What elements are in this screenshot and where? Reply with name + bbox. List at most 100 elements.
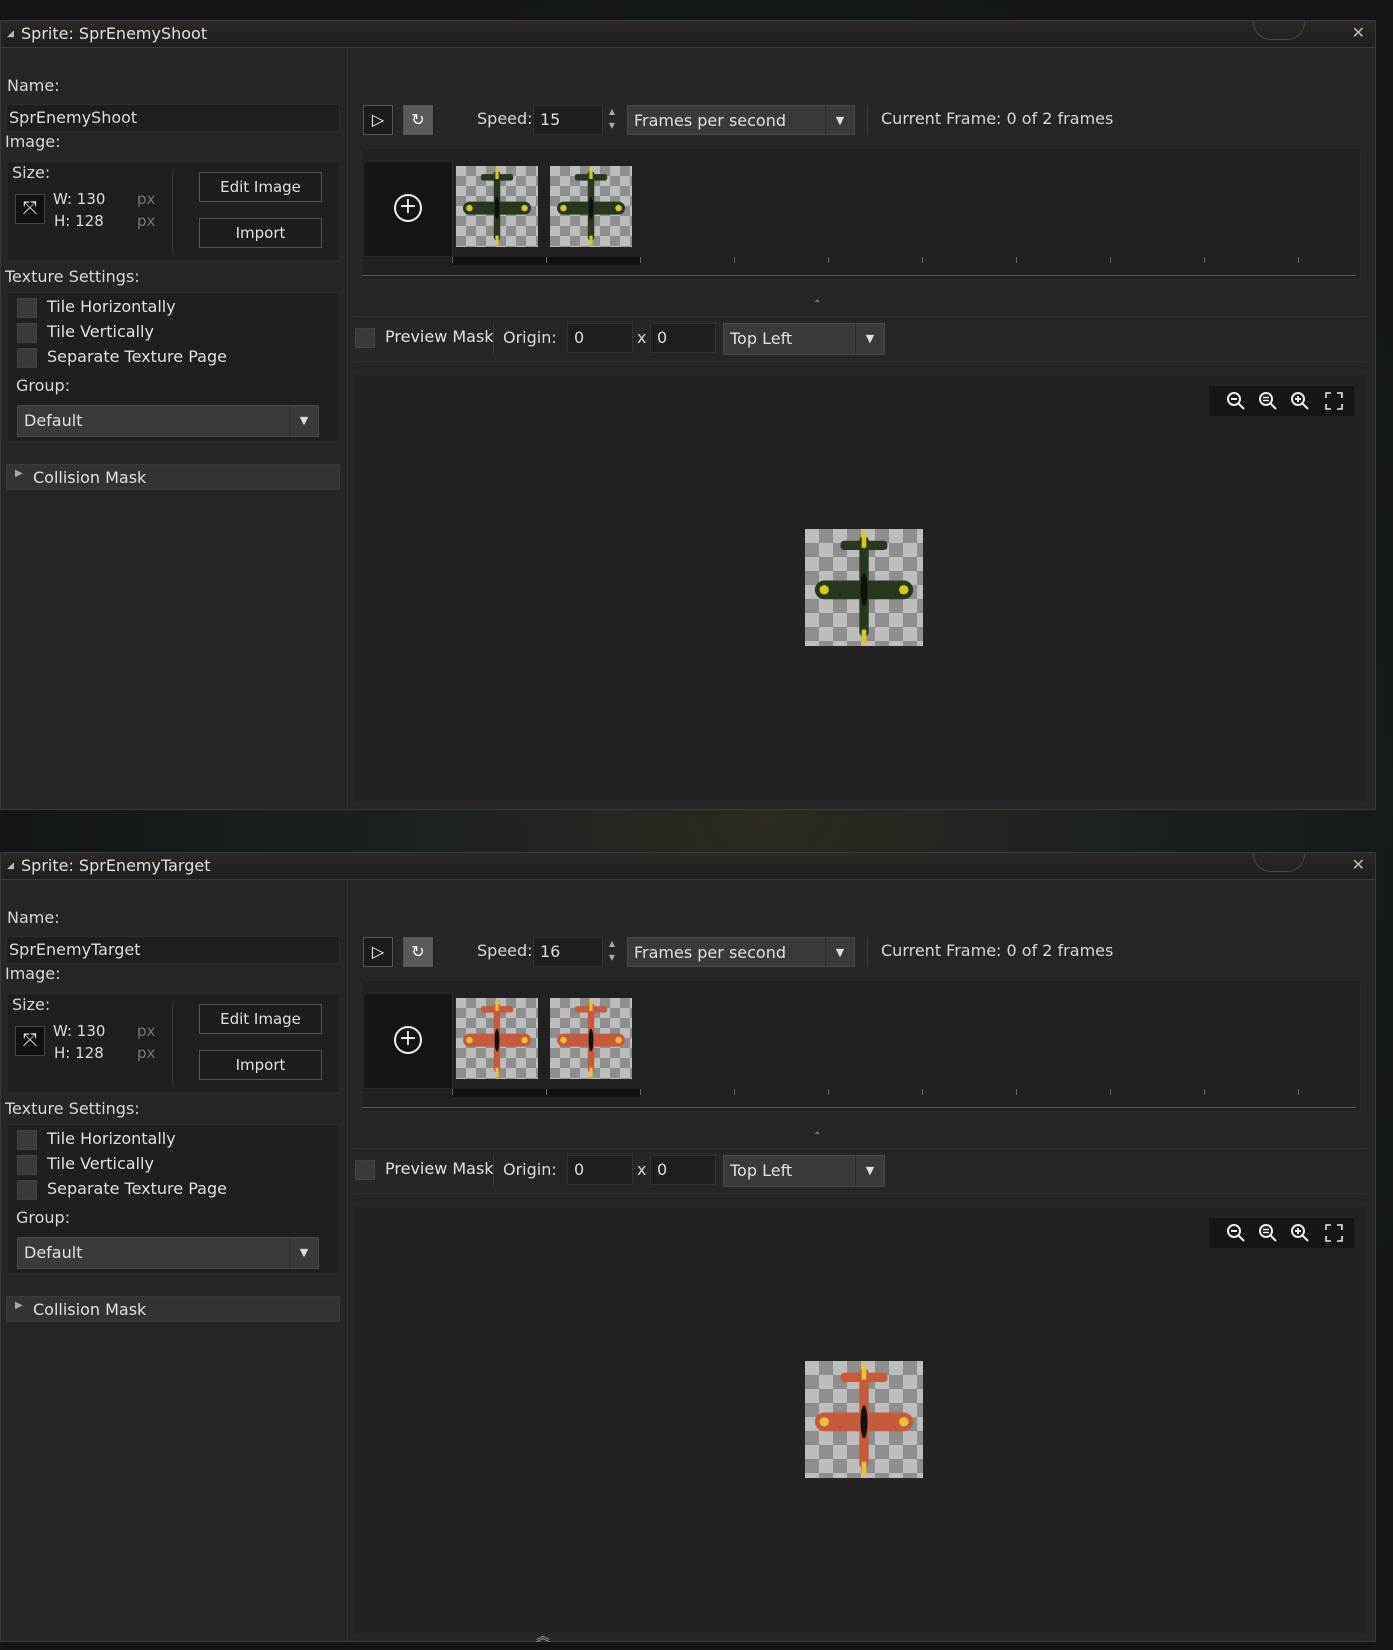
name-input[interactable]: SprEnemyShoot xyxy=(6,104,340,132)
timeline-tick xyxy=(922,1089,923,1095)
separate-texture-page-checkbox[interactable]: Separate Texture Page xyxy=(17,1179,227,1201)
sprite-canvas[interactable] xyxy=(353,1205,1367,1635)
tile-horizontally-label: Tile Horizontally xyxy=(47,297,176,316)
add-frame-button[interactable]: + xyxy=(363,161,453,257)
tile-horizontally-label: Tile Horizontally xyxy=(47,1129,176,1148)
zoom-in-icon[interactable] xyxy=(1287,1220,1313,1246)
speed-stepper[interactable]: ▲ ▼ xyxy=(605,937,619,965)
zoom-toolbar xyxy=(1209,1218,1354,1248)
width-value: W: 130 xyxy=(53,1022,106,1040)
collapse-up-icon[interactable]: ︽ xyxy=(536,1626,550,1646)
zoom-reset-icon[interactable] xyxy=(1255,388,1281,414)
window-titlebar[interactable]: ◢ Sprite: SprEnemyShoot ✕ xyxy=(1,21,1375,48)
plane-sprite xyxy=(462,167,532,246)
checkbox-icon[interactable] xyxy=(17,347,37,368)
name-input[interactable]: SprEnemyTarget xyxy=(6,936,340,964)
collapse-up-icon[interactable]: ⌃ xyxy=(813,1131,821,1142)
group-select[interactable]: Default ▼ xyxy=(17,1237,319,1269)
current-frame-text: Current Frame: 0 of 2 frames xyxy=(881,109,1114,128)
speed-input[interactable]: 16 xyxy=(533,937,603,967)
chevron-right-icon[interactable]: ▶ xyxy=(15,1300,23,1311)
timeline-tick xyxy=(1016,257,1017,263)
tile-vertically-checkbox[interactable]: Tile Vertically xyxy=(17,1154,154,1176)
import-button[interactable]: Import xyxy=(199,218,322,248)
chevron-down-icon[interactable]: ▼ xyxy=(825,106,854,134)
tile-horizontally-checkbox[interactable]: Tile Horizontally xyxy=(17,297,176,319)
plane-sprite xyxy=(814,1363,914,1476)
origin-label: Origin: xyxy=(503,1160,557,1179)
timeline-tick xyxy=(1204,1089,1205,1095)
origin-preset-select[interactable]: Top Left ▼ xyxy=(723,1155,885,1187)
chevron-down-icon[interactable]: ▼ xyxy=(825,938,854,966)
width-unit: px xyxy=(137,190,156,208)
resize-icon[interactable]: ⤧ xyxy=(15,1026,45,1056)
zoom-out-icon[interactable] xyxy=(1223,1220,1249,1246)
collision-mask-header[interactable]: ▶ Collision Mask xyxy=(6,464,340,490)
frame-thumbnail[interactable] xyxy=(550,166,632,247)
origin-x-input[interactable]: 0 xyxy=(567,323,633,353)
chevron-right-icon[interactable]: ▶ xyxy=(15,468,23,479)
frame-thumbnail[interactable] xyxy=(456,998,538,1079)
tile-horizontally-checkbox[interactable]: Tile Horizontally xyxy=(17,1129,176,1151)
chevron-down-icon[interactable]: ▼ xyxy=(855,1156,884,1186)
divider xyxy=(172,1002,173,1086)
play-button[interactable]: ▷ xyxy=(363,105,393,135)
window-menu-icon[interactable]: ◢ xyxy=(7,861,14,871)
loop-button[interactable]: ↻ xyxy=(403,937,433,967)
timeline[interactable] xyxy=(362,1089,1356,1108)
zoom-out-icon[interactable] xyxy=(1223,388,1249,414)
checkbox-icon[interactable] xyxy=(17,1179,37,1200)
preview-mask-checkbox[interactable]: Preview Mask xyxy=(355,1159,494,1181)
chevron-down-icon[interactable]: ▼ xyxy=(289,406,318,436)
window-menu-icon[interactable]: ◢ xyxy=(7,29,14,39)
image-label: Image: xyxy=(5,964,61,983)
checkbox-icon[interactable] xyxy=(17,1154,37,1175)
checkbox-icon[interactable] xyxy=(17,322,37,343)
speed-unit-value: Frames per second xyxy=(634,943,786,962)
origin-preset-select[interactable]: Top Left ▼ xyxy=(723,323,885,355)
fit-screen-icon[interactable] xyxy=(1321,1220,1347,1246)
group-select[interactable]: Default ▼ xyxy=(17,405,319,437)
divider xyxy=(493,1155,494,1187)
edit-image-button[interactable]: Edit Image xyxy=(199,172,322,202)
checkbox-icon[interactable] xyxy=(355,327,375,348)
collision-mask-header[interactable]: ▶ Collision Mask xyxy=(6,1296,340,1322)
tile-vertically-checkbox[interactable]: Tile Vertically xyxy=(17,322,154,344)
sprite-properties-panel: Name: SprEnemyShoot Image: Size: ⤧ W: 13… xyxy=(1,48,348,809)
resize-icon[interactable]: ⤧ xyxy=(15,194,45,224)
edit-image-button[interactable]: Edit Image xyxy=(199,1004,322,1034)
speed-stepper[interactable]: ▲ ▼ xyxy=(605,105,619,133)
separate-texture-page-checkbox[interactable]: Separate Texture Page xyxy=(17,347,227,369)
speed-unit-select[interactable]: Frames per second ▼ xyxy=(627,937,855,967)
size-box: Size: ⤧ W: 130 px H: 128 px Edit Image I… xyxy=(6,161,340,261)
checkbox-icon[interactable] xyxy=(17,297,37,318)
loop-button[interactable]: ↻ xyxy=(403,105,433,135)
close-icon[interactable]: ✕ xyxy=(1352,23,1365,42)
frame-thumbnail[interactable] xyxy=(456,166,538,247)
frame-thumbnail[interactable] xyxy=(550,998,632,1079)
zoom-reset-icon[interactable] xyxy=(1255,1220,1281,1246)
origin-y-input[interactable]: 0 xyxy=(650,323,716,353)
checkbox-icon[interactable] xyxy=(355,1159,375,1180)
collision-mask-label: Collision Mask xyxy=(33,1300,147,1319)
origin-x-input[interactable]: 0 xyxy=(567,1155,633,1185)
preview-mask-checkbox[interactable]: Preview Mask xyxy=(355,327,494,349)
speed-input[interactable]: 15 xyxy=(533,105,603,135)
speed-unit-select[interactable]: Frames per second ▼ xyxy=(627,105,855,135)
plane-sprite xyxy=(556,999,626,1078)
zoom-in-icon[interactable] xyxy=(1287,388,1313,414)
window-titlebar[interactable]: ◢ Sprite: SprEnemyTarget ✕ xyxy=(1,853,1375,880)
checkbox-icon[interactable] xyxy=(17,1129,37,1150)
chevron-down-icon[interactable]: ▼ xyxy=(289,1238,318,1268)
timeline[interactable] xyxy=(362,257,1356,276)
add-frame-button[interactable]: + xyxy=(363,993,453,1089)
close-icon[interactable]: ✕ xyxy=(1352,855,1365,874)
play-button[interactable]: ▷ xyxy=(363,937,393,967)
collapse-up-icon[interactable]: ⌃ xyxy=(813,299,821,310)
sprite-canvas[interactable] xyxy=(353,373,1367,803)
import-button[interactable]: Import xyxy=(199,1050,322,1080)
fit-screen-icon[interactable] xyxy=(1321,388,1347,414)
origin-y-input[interactable]: 0 xyxy=(650,1155,716,1185)
plane-sprite xyxy=(814,531,914,644)
chevron-down-icon[interactable]: ▼ xyxy=(855,324,884,354)
